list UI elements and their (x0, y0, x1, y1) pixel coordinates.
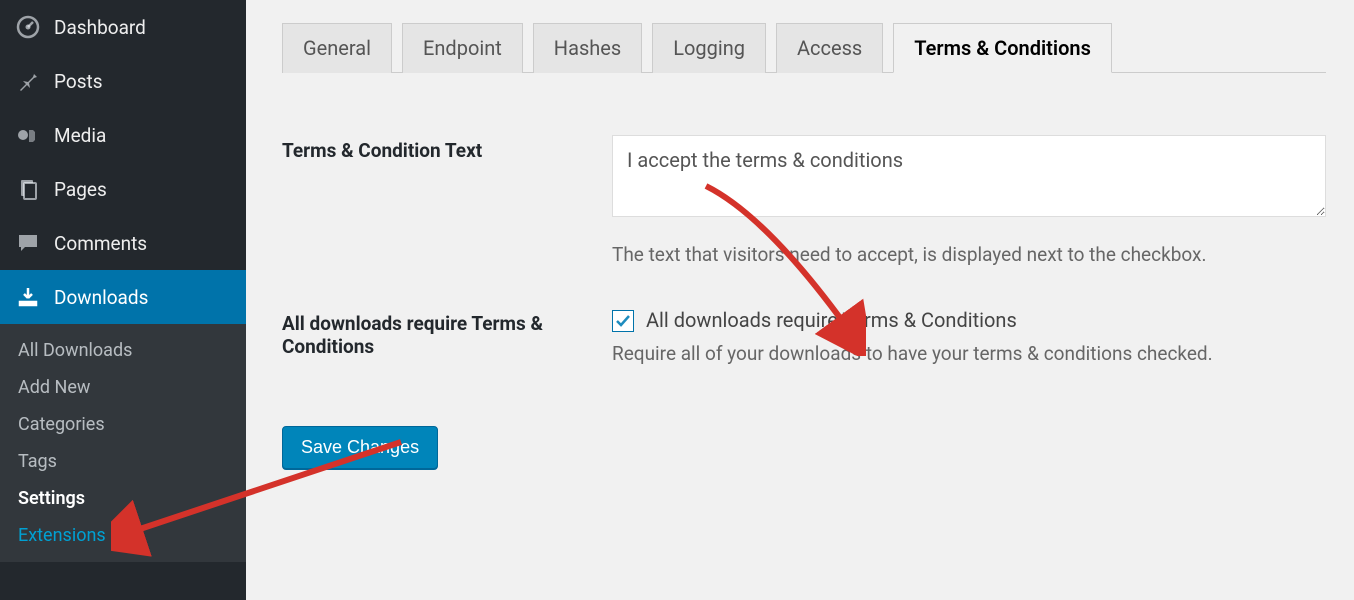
sidebar-item-dashboard[interactable]: Dashboard (0, 0, 246, 54)
download-icon (14, 283, 42, 311)
tab-endpoint[interactable]: Endpoint (402, 23, 523, 73)
sidebar-item-comments[interactable]: Comments (0, 216, 246, 270)
submenu-item-extensions[interactable]: Extensions (0, 517, 246, 554)
require-terms-checkbox-row: All downloads require Terms & Conditions (612, 308, 1326, 332)
sidebar-item-label: Media (54, 124, 106, 147)
sidebar-item-label: Posts (54, 70, 103, 93)
submenu-item-categories[interactable]: Categories (0, 406, 246, 443)
pin-icon (14, 67, 42, 95)
tab-access[interactable]: Access (776, 23, 883, 73)
tab-terms-conditions[interactable]: Terms & Conditions (893, 23, 1112, 73)
submenu-item-all-downloads[interactable]: All Downloads (0, 332, 246, 369)
sidebar-item-media[interactable]: Media (0, 108, 246, 162)
require-terms-label: All downloads require Terms & Conditions (282, 308, 612, 358)
tab-logging[interactable]: Logging (652, 23, 766, 73)
terms-text-description: The text that visitors need to accept, i… (612, 241, 1326, 270)
form-row-require-terms: All downloads require Terms & Conditions… (282, 308, 1326, 369)
sidebar-item-label: Comments (54, 232, 147, 255)
terms-text-field: The text that visitors need to accept, i… (612, 135, 1326, 270)
media-icon (14, 121, 42, 149)
require-terms-checkbox-label: All downloads require Terms & Conditions (646, 308, 1017, 332)
sidebar-submenu: All Downloads Add New Categories Tags Se… (0, 324, 246, 562)
submenu-item-add-new[interactable]: Add New (0, 369, 246, 406)
sidebar-item-label: Dashboard (54, 16, 146, 39)
tab-hashes[interactable]: Hashes (533, 23, 642, 73)
submenu-item-settings[interactable]: Settings (0, 480, 246, 517)
tab-general[interactable]: General (282, 23, 392, 73)
submenu-item-tags[interactable]: Tags (0, 443, 246, 480)
sidebar-item-pages[interactable]: Pages (0, 162, 246, 216)
pages-icon (14, 175, 42, 203)
sidebar-item-posts[interactable]: Posts (0, 54, 246, 108)
sidebar-item-label: Downloads (54, 286, 148, 309)
admin-sidebar: Dashboard Posts Media Pages Comments Dow… (0, 0, 246, 600)
main-content: General Endpoint Hashes Logging Access T… (246, 0, 1354, 600)
terms-text-input[interactable] (612, 135, 1326, 217)
dashboard-icon (14, 13, 42, 41)
require-terms-field: All downloads require Terms & Conditions… (612, 308, 1326, 369)
sidebar-item-downloads[interactable]: Downloads (0, 270, 246, 324)
settings-tabs: General Endpoint Hashes Logging Access T… (282, 22, 1326, 73)
form-row-terms-text: Terms & Condition Text The text that vis… (282, 135, 1326, 270)
terms-text-label: Terms & Condition Text (282, 135, 612, 162)
sidebar-item-label: Pages (54, 178, 107, 201)
check-icon (615, 313, 631, 329)
require-terms-checkbox[interactable] (612, 310, 634, 332)
save-changes-button[interactable]: Save Changes (282, 426, 438, 469)
require-terms-description: Require all of your downloads to have yo… (612, 340, 1326, 369)
comment-icon (14, 229, 42, 257)
settings-form: Terms & Condition Text The text that vis… (282, 135, 1326, 469)
